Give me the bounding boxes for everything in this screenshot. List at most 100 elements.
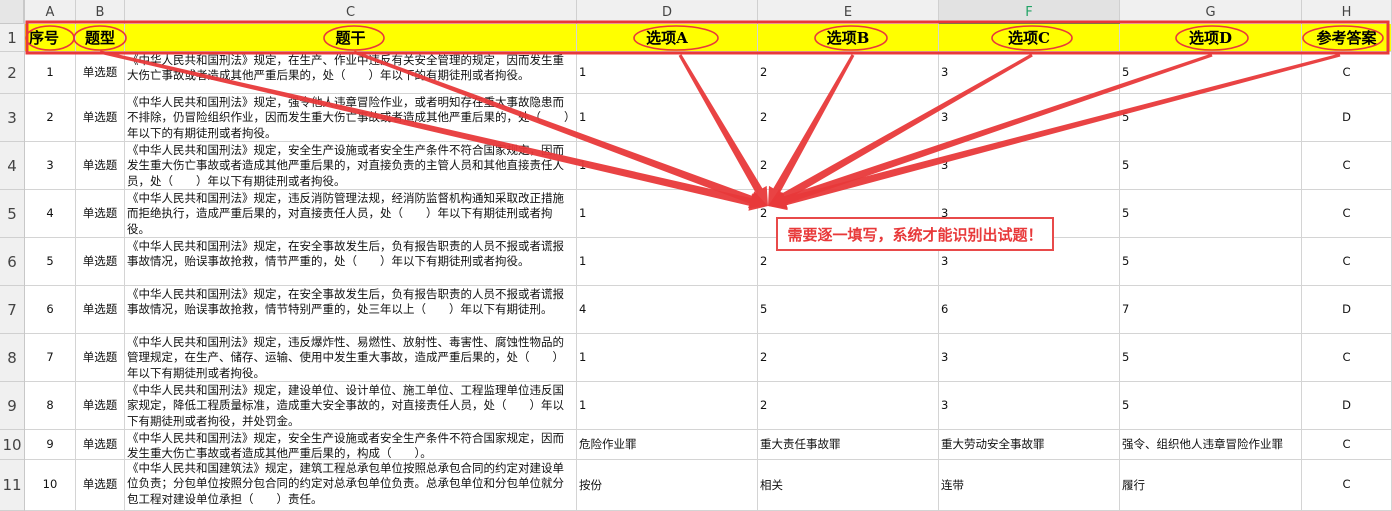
- cell-seq-row-7[interactable]: 6: [25, 286, 76, 334]
- cell-c-row-3[interactable]: 3: [939, 94, 1120, 142]
- column-header-b[interactable]: B: [76, 0, 125, 24]
- cell-d-row-9[interactable]: 5: [1120, 382, 1302, 430]
- cell-a-row-2[interactable]: 1: [577, 52, 758, 94]
- cell-d-row-6[interactable]: 5: [1120, 238, 1302, 286]
- cell-a-row-9[interactable]: 1: [577, 382, 758, 430]
- cell-b-row-9[interactable]: 2: [758, 382, 939, 430]
- cell-c-row-2[interactable]: 3: [939, 52, 1120, 94]
- cell-type-row-3[interactable]: 单选题: [76, 94, 125, 142]
- column-header-e[interactable]: E: [758, 0, 939, 24]
- header-type[interactable]: 题型: [76, 24, 125, 52]
- cell-answer-row-9[interactable]: D: [1302, 382, 1392, 430]
- cell-stem-row-8[interactable]: 《中华人民共和国刑法》规定，违反爆炸性、易燃性、放射性、毒害性、腐蚀性物品的管理…: [125, 334, 577, 382]
- cell-stem-row-7[interactable]: 《中华人民共和国刑法》规定，在安全事故发生后，负有报告职责的人员不报或者谎报事故…: [125, 286, 577, 334]
- cell-seq-row-10[interactable]: 9: [25, 430, 76, 460]
- cell-type-row-8[interactable]: 单选题: [76, 334, 125, 382]
- column-header-h[interactable]: H: [1302, 0, 1392, 24]
- cell-d-row-4[interactable]: 5: [1120, 142, 1302, 190]
- cell-seq-row-6[interactable]: 5: [25, 238, 76, 286]
- cell-type-row-4[interactable]: 单选题: [76, 142, 125, 190]
- row-header-5[interactable]: 5: [0, 190, 24, 238]
- cell-stem-row-10[interactable]: 《中华人民共和国刑法》规定，安全生产设施或者安全生产条件不符合国家规定，因而发生…: [125, 430, 577, 460]
- cell-a-row-11[interactable]: 按份: [577, 460, 758, 511]
- cell-answer-row-2[interactable]: C: [1302, 52, 1392, 94]
- cell-b-row-7[interactable]: 5: [758, 286, 939, 334]
- cell-seq-row-4[interactable]: 3: [25, 142, 76, 190]
- column-header-d[interactable]: D: [577, 0, 758, 24]
- column-header-f[interactable]: F: [939, 0, 1120, 24]
- cell-answer-row-6[interactable]: C: [1302, 238, 1392, 286]
- cell-type-row-6[interactable]: 单选题: [76, 238, 125, 286]
- cell-a-row-3[interactable]: 1: [577, 94, 758, 142]
- cell-stem-row-9[interactable]: 《中华人民共和国刑法》规定，建设单位、设计单位、施工单位、工程监理单位违反国家规…: [125, 382, 577, 430]
- cell-answer-row-10[interactable]: C: [1302, 430, 1392, 460]
- row-header-7[interactable]: 7: [0, 286, 24, 334]
- cell-type-row-10[interactable]: 单选题: [76, 430, 125, 460]
- header-option-a[interactable]: 选项A: [577, 24, 758, 52]
- header-option-c[interactable]: 选项C: [939, 24, 1120, 52]
- cell-seq-row-3[interactable]: 2: [25, 94, 76, 142]
- cell-b-row-11[interactable]: 相关: [758, 460, 939, 511]
- cell-type-row-2[interactable]: 单选题: [76, 52, 125, 94]
- row-header-9[interactable]: 9: [0, 382, 24, 430]
- column-header-g[interactable]: G: [1120, 0, 1302, 24]
- cell-stem-row-5[interactable]: 《中华人民共和国刑法》规定，违反消防管理法规，经消防监督机构通知采取改正措施而拒…: [125, 190, 577, 238]
- cell-c-row-7[interactable]: 6: [939, 286, 1120, 334]
- cell-d-row-8[interactable]: 5: [1120, 334, 1302, 382]
- cell-b-row-8[interactable]: 2: [758, 334, 939, 382]
- cell-seq-row-11[interactable]: 10: [25, 460, 76, 511]
- row-header-6[interactable]: 6: [0, 238, 24, 286]
- header-seq[interactable]: 序号: [25, 24, 76, 52]
- cell-answer-row-11[interactable]: C: [1302, 460, 1392, 511]
- cell-a-row-5[interactable]: 1: [577, 190, 758, 238]
- cell-seq-row-5[interactable]: 4: [25, 190, 76, 238]
- cell-d-row-5[interactable]: 5: [1120, 190, 1302, 238]
- cell-answer-row-3[interactable]: D: [1302, 94, 1392, 142]
- cell-a-row-6[interactable]: 1: [577, 238, 758, 286]
- cell-seq-row-2[interactable]: 1: [25, 52, 76, 94]
- row-header-11[interactable]: 11: [0, 460, 24, 511]
- cell-stem-row-6[interactable]: 《中华人民共和国刑法》规定，在安全事故发生后，负有报告职责的人员不报或者谎报事故…: [125, 238, 577, 286]
- cell-type-row-5[interactable]: 单选题: [76, 190, 125, 238]
- cell-type-row-11[interactable]: 单选题: [76, 460, 125, 511]
- row-header-8[interactable]: 8: [0, 334, 24, 382]
- row-header-2[interactable]: 2: [0, 52, 24, 94]
- cell-stem-row-4[interactable]: 《中华人民共和国刑法》规定，安全生产设施或者安全生产条件不符合国家规定，因而发生…: [125, 142, 577, 190]
- row-header-10[interactable]: 10: [0, 430, 24, 460]
- header-option-b[interactable]: 选项B: [758, 24, 939, 52]
- cell-b-row-3[interactable]: 2: [758, 94, 939, 142]
- cell-answer-row-7[interactable]: D: [1302, 286, 1392, 334]
- cell-stem-row-11[interactable]: 《中华人民共和国建筑法》规定，建筑工程总承包单位按照总承包合同的约定对建设单位负…: [125, 460, 577, 511]
- cell-answer-row-5[interactable]: C: [1302, 190, 1392, 238]
- cell-c-row-10[interactable]: 重大劳动安全事故罪: [939, 430, 1120, 460]
- cell-a-row-7[interactable]: 4: [577, 286, 758, 334]
- cell-answer-row-8[interactable]: C: [1302, 334, 1392, 382]
- cell-c-row-8[interactable]: 3: [939, 334, 1120, 382]
- cell-c-row-11[interactable]: 连带: [939, 460, 1120, 511]
- cell-a-row-8[interactable]: 1: [577, 334, 758, 382]
- row-header-1[interactable]: 1: [0, 24, 24, 52]
- cell-a-row-10[interactable]: 危险作业罪: [577, 430, 758, 460]
- cell-seq-row-9[interactable]: 8: [25, 382, 76, 430]
- header-stem[interactable]: 题干: [125, 24, 577, 52]
- column-header-a[interactable]: A: [25, 0, 76, 24]
- cell-type-row-9[interactable]: 单选题: [76, 382, 125, 430]
- cell-a-row-4[interactable]: 1: [577, 142, 758, 190]
- cell-stem-row-3[interactable]: 《中华人民共和国刑法》规定，强令他人违章冒险作业，或者明知存在重大事故隐患而不排…: [125, 94, 577, 142]
- cell-d-row-2[interactable]: 5: [1120, 52, 1302, 94]
- header-answer[interactable]: 参考答案: [1302, 24, 1392, 52]
- header-option-d[interactable]: 选项D: [1120, 24, 1302, 52]
- cell-seq-row-8[interactable]: 7: [25, 334, 76, 382]
- cell-b-row-2[interactable]: 2: [758, 52, 939, 94]
- cell-b-row-10[interactable]: 重大责任事故罪: [758, 430, 939, 460]
- cell-stem-row-2[interactable]: 《中华人民共和国刑法》规定，在生产、作业中违反有关安全管理的规定，因而发生重大伤…: [125, 52, 577, 94]
- select-all-corner[interactable]: [0, 0, 24, 24]
- column-header-c[interactable]: C: [125, 0, 577, 24]
- row-header-4[interactable]: 4: [0, 142, 24, 190]
- cell-b-row-4[interactable]: 2: [758, 142, 939, 190]
- cell-d-row-10[interactable]: 强令、组织他人违章冒险作业罪: [1120, 430, 1302, 460]
- cell-answer-row-4[interactable]: C: [1302, 142, 1392, 190]
- cell-d-row-11[interactable]: 履行: [1120, 460, 1302, 511]
- cell-d-row-3[interactable]: 5: [1120, 94, 1302, 142]
- cell-c-row-9[interactable]: 3: [939, 382, 1120, 430]
